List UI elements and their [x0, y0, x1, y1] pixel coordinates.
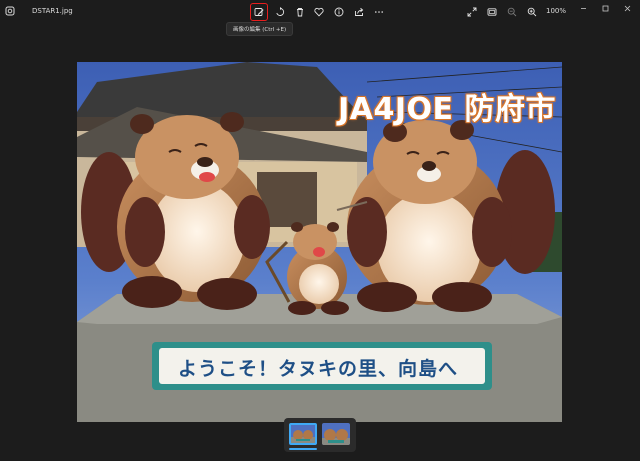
favorite-button[interactable]	[311, 4, 327, 20]
share-button[interactable]	[351, 4, 367, 20]
info-icon	[334, 7, 344, 17]
file-name: DSTAR1.jpg	[32, 7, 73, 15]
rotate-icon	[276, 7, 285, 16]
zoom-in-button[interactable]	[524, 4, 540, 20]
photos-app-window: DSTAR1.jpg 画像の編集 (Ctrl +E) 100% JA4JOE 防…	[0, 0, 640, 461]
favorite-icon	[314, 7, 324, 17]
thumbnail-2[interactable]	[322, 423, 350, 445]
fullscreen-button[interactable]	[464, 4, 480, 20]
zoom-level[interactable]: 100%	[546, 7, 566, 15]
close-icon	[624, 5, 630, 11]
slideshow-icon	[487, 8, 497, 16]
share-icon	[355, 7, 364, 16]
photos-app-icon	[5, 6, 15, 16]
rotate-button[interactable]	[272, 4, 288, 20]
edit-image-icon	[254, 8, 264, 16]
zoom-out-button[interactable]	[504, 4, 520, 20]
photo-caption-text: JA4JOE 防府市	[338, 92, 556, 127]
filmstrip	[284, 418, 356, 452]
main-photo[interactable]: JA4JOE 防府市 ようこそ！タヌキの里、向島へ	[77, 62, 562, 422]
zoom-in-icon	[527, 7, 537, 17]
maximize-icon	[602, 5, 608, 11]
maximize-button[interactable]	[598, 2, 612, 14]
fullscreen-icon	[467, 7, 477, 17]
info-button[interactable]	[331, 4, 347, 20]
slideshow-button[interactable]	[484, 4, 500, 20]
minimize-icon	[580, 7, 586, 9]
minimize-button[interactable]	[576, 2, 590, 14]
thumbnail-1[interactable]	[289, 423, 317, 445]
zoom-out-icon	[507, 7, 517, 17]
more-icon	[375, 11, 383, 13]
photo-sign-text: ようこそ！タヌキの里、向島へ	[177, 358, 458, 380]
edit-image-tooltip: 画像の編集 (Ctrl +E)	[226, 22, 294, 36]
thumbnail-image	[322, 423, 350, 445]
title-bar: DSTAR1.jpg 画像の編集 (Ctrl +E) 100%	[0, 0, 640, 36]
edit-image-button[interactable]	[251, 4, 267, 20]
thumbnail-image	[291, 425, 315, 443]
delete-button[interactable]	[292, 4, 308, 20]
more-options-button[interactable]	[371, 4, 387, 20]
selected-thumbnail-indicator	[289, 448, 317, 450]
delete-icon	[297, 8, 303, 17]
close-button[interactable]	[620, 2, 634, 14]
